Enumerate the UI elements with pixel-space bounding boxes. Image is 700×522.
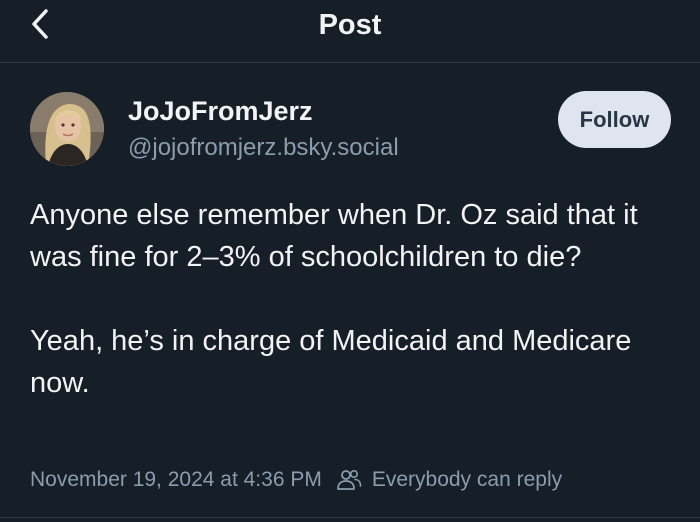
page-title: Post	[318, 9, 382, 41]
avatar[interactable]	[30, 92, 104, 166]
post-timestamp: November 19, 2024 at 4:36 PM	[30, 468, 322, 491]
divider	[0, 517, 700, 518]
post-paragraph: Yeah, he’s in charge of Medicaid and Med…	[30, 325, 632, 399]
people-icon	[336, 468, 362, 492]
reply-setting-link[interactable]: Everybody can reply	[372, 468, 562, 492]
top-bar: Post	[0, 0, 700, 63]
author-display-name[interactable]: JoJoFromJerz	[128, 96, 313, 127]
follow-button[interactable]: Follow	[558, 91, 671, 148]
author-handle[interactable]: @jojofromjerz.bsky.social	[128, 134, 399, 162]
post-paragraph: Anyone else remember when Dr. Oz said th…	[30, 199, 638, 273]
post-meta: November 19, 2024 at 4:36 PM Everybody c…	[30, 468, 562, 492]
post-text: Anyone else remember when Dr. Oz said th…	[30, 194, 680, 404]
